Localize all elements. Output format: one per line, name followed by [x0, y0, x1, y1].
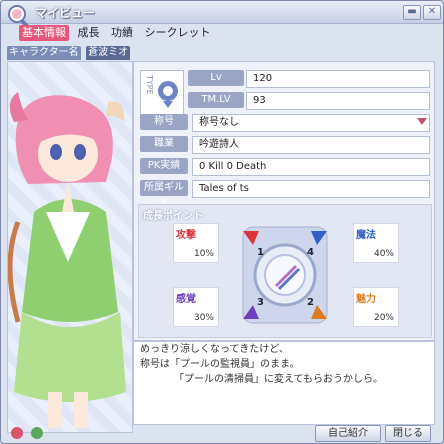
pk-label: PK実績 — [140, 158, 188, 174]
title-select-value: 称号なし — [199, 117, 239, 128]
type-label: TYPE — [145, 75, 154, 95]
tab-growth[interactable]: 成長 — [75, 25, 103, 41]
myview-window: マイビュー ▬ ✕ 基本情報 成長 功績 シークレット キャラクター名 蒼波ミオ — [0, 0, 444, 444]
character-portrait — [7, 61, 133, 433]
growth-points-title: 成長ポイント — [143, 211, 203, 222]
stat-charm-name: 魅力 — [356, 294, 376, 305]
tmlv-label: TM.LV — [188, 92, 244, 108]
self-intro-button[interactable]: 自己紹介 — [315, 425, 381, 442]
leaf-icon — [31, 427, 43, 439]
close-window-button[interactable]: ✕ — [423, 5, 441, 20]
stat-sense-value: 30% — [193, 313, 214, 323]
character-illustration — [8, 92, 126, 428]
message-line: めっきり涼しくなってきたけど、 — [140, 344, 289, 355]
apple-icon — [11, 427, 23, 439]
lv-value: 120 — [246, 70, 430, 88]
pk-value: 0 Kill 0 Death — [192, 158, 430, 176]
lv-label: Lv — [188, 70, 244, 86]
tmlv-value: 93 — [246, 92, 430, 110]
character-name-label: キャラクター名 — [7, 46, 81, 60]
stat-attack-name: 攻撃 — [176, 230, 196, 241]
dropdown-arrow-icon[interactable] — [417, 118, 427, 125]
growth-points-box: 成長ポイント 攻撃 10% 魔法 40% 感覚 30% 魅力 20% 1 4 3… — [138, 204, 432, 338]
guild-label: 所属ギルド — [140, 180, 188, 209]
title-bar: マイビュー ▬ ✕ — [1, 1, 443, 28]
job-value: 吟遊詩人 — [192, 136, 430, 154]
info-panel: TYPE Lv 120 TM.LV 93 称号 称号なし 職業 吟遊詩人 PK実… — [133, 61, 435, 341]
marker-3: 3 — [257, 297, 264, 308]
marker-1: 1 — [257, 247, 264, 258]
window-title: マイビュー — [35, 6, 96, 20]
guild-value: Tales of ts — [192, 180, 430, 198]
message-line: 「プールの清掃員」に変えてもらおうかしら。 — [174, 374, 383, 385]
stat-sense-name: 感覚 — [176, 294, 196, 305]
message-line: 称号は「プールの監視員」のまま。 — [140, 359, 300, 370]
title-select[interactable]: 称号なし — [192, 114, 430, 132]
stat-sense: 感覚 30% — [173, 287, 219, 327]
title-label: 称号 — [140, 114, 188, 130]
job-label: 職業 — [140, 136, 188, 152]
bottom-status-icons — [11, 427, 43, 439]
self-intro-message: めっきり涼しくなってきたけど、 称号は「プールの監視員」のまま。 「プールの清掃… — [133, 341, 435, 425]
tab-bar: 基本情報 成長 功績 シークレット — [19, 25, 216, 43]
stat-charm-value: 20% — [373, 313, 394, 323]
character-name-bar: キャラクター名 蒼波ミオ — [7, 45, 135, 61]
tab-achievements[interactable]: 功績 — [108, 25, 136, 41]
minimize-button[interactable]: ▬ — [403, 5, 421, 20]
stat-magic-name: 魔法 — [356, 230, 376, 241]
bard-type-icon — [158, 81, 178, 108]
stat-magic: 魔法 40% — [353, 223, 399, 263]
stat-charm: 魅力 20% — [353, 287, 399, 327]
growth-compass: 1 4 3 2 — [242, 226, 328, 324]
close-button[interactable]: 閉じる — [385, 425, 431, 442]
marker-4: 4 — [307, 247, 314, 258]
stat-magic-value: 40% — [373, 249, 394, 259]
marker-2: 2 — [307, 297, 314, 308]
tab-basic-info[interactable]: 基本情報 — [19, 25, 69, 41]
character-name-value: 蒼波ミオ — [86, 46, 131, 60]
type-box: TYPE — [140, 70, 184, 118]
stat-attack: 攻撃 10% — [173, 223, 219, 263]
tab-secret[interactable]: シークレット — [142, 25, 214, 41]
stat-attack-value: 10% — [193, 249, 214, 259]
